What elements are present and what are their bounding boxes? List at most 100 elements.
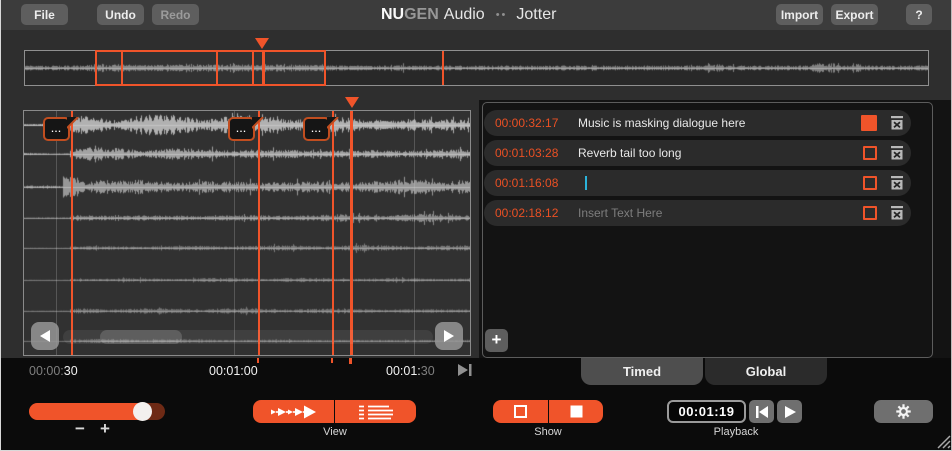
note-text-input[interactable]: Insert Text Here (578, 206, 662, 220)
zoom-out-button[interactable]: − (75, 419, 85, 439)
note-timestamp[interactable]: 00:00:32:17 (495, 116, 571, 130)
delete-icon (888, 174, 906, 192)
marker-tick (257, 358, 259, 363)
brand-dots-icon: •• (496, 9, 508, 21)
main-playhead-triangle[interactable] (345, 97, 359, 108)
skip-to-end-button[interactable] (457, 362, 475, 383)
note-marker-line[interactable] (332, 111, 334, 355)
delete-icon (888, 204, 906, 222)
overview-view-region[interactable] (95, 50, 326, 86)
note-marker-line[interactable] (71, 111, 73, 355)
gear-icon (895, 403, 912, 420)
import-button[interactable]: Import (776, 4, 823, 25)
delete-note-button[interactable] (887, 173, 907, 193)
note-marker-line[interactable] (258, 111, 260, 355)
overview-playhead-line[interactable] (262, 51, 265, 85)
skip-to-start-button[interactable] (749, 400, 774, 423)
show-empty-markers-button[interactable] (493, 400, 548, 423)
note-row[interactable]: 00:01:16:08 (484, 170, 911, 196)
zoom-in-button[interactable]: + (100, 419, 110, 439)
tab-timed[interactable]: Timed (581, 358, 703, 385)
multitrack-waveform (24, 111, 470, 355)
tab-global[interactable]: Global (705, 358, 827, 385)
overview-note-marker[interactable] (442, 51, 444, 85)
note-bubble[interactable]: ... (43, 117, 70, 141)
zoom-slider-thumb[interactable] (133, 402, 152, 421)
note-checkbox[interactable] (863, 176, 877, 190)
delete-note-button[interactable] (887, 203, 907, 223)
left-triangle-icon (39, 329, 51, 343)
note-timestamp[interactable]: 00:01:03:28 (495, 146, 571, 160)
delete-icon (888, 144, 906, 162)
empty-square-icon (513, 404, 528, 419)
delete-note-button[interactable] (887, 143, 907, 163)
note-text-input[interactable]: Music is masking dialogue here (578, 116, 745, 130)
note-row[interactable]: 00:02:18:12 Insert Text Here (484, 200, 911, 226)
list-view-icon (358, 404, 394, 420)
note-checkbox[interactable] (863, 146, 877, 160)
zoom-slider[interactable] (29, 403, 165, 420)
bubble-dots-icon: ... (51, 124, 62, 134)
right-triangle-icon (443, 329, 455, 343)
note-row[interactable]: 00:00:32:17 Music is masking dialogue her… (484, 110, 911, 136)
overview-note-marker[interactable] (121, 51, 123, 85)
note-bubble[interactable]: ... (228, 117, 255, 141)
timeline-label: 00:00:30 (29, 364, 78, 378)
text-cursor (585, 176, 587, 190)
export-button[interactable]: Export (831, 4, 878, 25)
timeline-label: 00:01:30 (386, 364, 435, 378)
resize-grip[interactable] (933, 431, 951, 449)
overview-strip[interactable] (24, 50, 929, 86)
delete-icon (888, 114, 906, 132)
scrollbar-thumb[interactable] (100, 330, 182, 344)
file-button[interactable]: File (21, 4, 68, 25)
brand-logo: NUGEN Audio •• Jotter (381, 3, 556, 27)
top-bar: File Undo Redo NUGEN Audio •• Jotter Imp… (1, 0, 952, 30)
undo-button[interactable]: Undo (97, 4, 144, 25)
note-timestamp[interactable]: 00:01:16:08 (495, 176, 571, 190)
note-checkbox[interactable] (863, 206, 877, 220)
playback-time-display[interactable]: 00:01:19 (667, 400, 746, 423)
note-timestamp[interactable]: 00:02:18:12 (495, 206, 571, 220)
scroll-left-button[interactable] (31, 322, 59, 350)
bubble-tail-icon (252, 117, 264, 129)
product-name: Jotter (516, 6, 556, 24)
view-waveform-button[interactable] (253, 400, 334, 423)
bubble-dots-icon: ... (311, 124, 322, 134)
show-filled-markers-button[interactable] (549, 400, 603, 423)
view-list-button[interactable] (335, 400, 416, 423)
waveform-view-icon (271, 405, 317, 419)
note-row[interactable]: 00:01:03:28 Reverb tail too long (484, 140, 911, 166)
overview-note-marker[interactable] (252, 51, 254, 85)
marker-tick (331, 358, 333, 363)
note-checkbox[interactable] (861, 115, 877, 131)
play-button[interactable] (777, 400, 802, 423)
zoom-slider-fill (29, 403, 141, 420)
brand-gen: GEN (404, 6, 439, 24)
bubble-tail-icon (327, 117, 339, 129)
skip-end-icon (457, 362, 475, 378)
notes-panel: 00:00:32:17 Music is masking dialogue her… (482, 102, 933, 358)
timeline-label: 00:01:00 (209, 364, 258, 378)
view-group-label: View (323, 426, 347, 438)
settings-button[interactable] (874, 400, 933, 423)
playback-group-label: Playback (714, 426, 759, 438)
redo-button[interactable]: Redo (152, 4, 199, 25)
horizontal-scrollbar[interactable] (63, 330, 433, 344)
waveform-view[interactable]: ... ... ... (23, 110, 471, 356)
jotter-window: File Undo Redo NUGEN Audio •• Jotter Imp… (0, 0, 952, 451)
note-text-input[interactable]: Reverb tail too long (578, 146, 681, 160)
delete-note-button[interactable] (887, 113, 907, 133)
overview-playhead-triangle[interactable] (255, 38, 269, 49)
help-button[interactable]: ? (906, 4, 932, 25)
show-group-label: Show (534, 426, 562, 438)
bubble-dots-icon: ... (236, 124, 247, 134)
brand-audio: Audio (444, 6, 485, 24)
filled-square-icon (569, 404, 584, 419)
scroll-right-button[interactable] (435, 322, 463, 350)
overview-note-marker[interactable] (216, 51, 218, 85)
add-note-button[interactable]: + (485, 329, 508, 352)
note-bubble[interactable]: ... (303, 117, 330, 141)
playhead-line[interactable] (350, 111, 353, 355)
skip-start-icon (754, 405, 770, 419)
